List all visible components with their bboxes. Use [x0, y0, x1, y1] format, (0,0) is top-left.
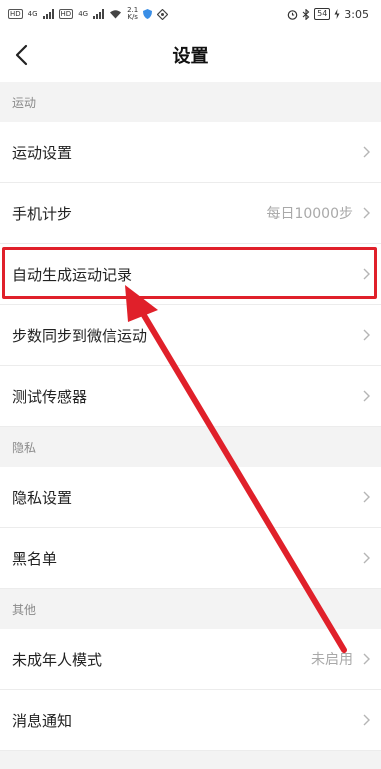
- battery-icon: 54: [314, 8, 331, 20]
- navigation-bar: 设置: [0, 28, 381, 82]
- network-speed: 2.1 K/s: [127, 7, 138, 21]
- row-label: 黑名单: [12, 549, 58, 568]
- settings-row-notifications[interactable]: 消息通知: [0, 690, 381, 751]
- settings-list: 运动 运动设置 手机计步 每日10000步 自动生成运动记录 步数同步到微信运动…: [0, 82, 381, 751]
- alarm-icon: [287, 9, 298, 20]
- wifi-icon: [110, 10, 122, 19]
- chevron-right-icon: [363, 552, 370, 564]
- settings-row-minor-mode[interactable]: 未成年人模式 未启用: [0, 629, 381, 690]
- row-label: 测试传感器: [12, 387, 88, 406]
- settings-row-test-sensor[interactable]: 测试传感器: [0, 366, 381, 427]
- settings-row-sync-wechat[interactable]: 步数同步到微信运动: [0, 305, 381, 366]
- section-header-other: 其他: [0, 589, 381, 629]
- network-type-2: 4G: [78, 9, 89, 18]
- settings-row-sport-settings[interactable]: 运动设置: [0, 122, 381, 183]
- status-bar: HD 4G HD 4G 2.1 K/s 54 3:05: [0, 0, 381, 28]
- hd-chip: HD: [8, 9, 23, 19]
- row-label: 消息通知: [12, 711, 73, 730]
- row-label: 手机计步: [12, 204, 73, 223]
- network-type: 4G: [27, 9, 38, 18]
- chevron-right-icon: [363, 146, 370, 158]
- section-header-privacy: 隐私: [0, 427, 381, 467]
- app-icon: [157, 8, 169, 20]
- bluetooth-icon: [302, 8, 310, 20]
- chevron-right-icon: [363, 268, 370, 280]
- settings-row-auto-record[interactable]: 自动生成运动记录: [0, 244, 381, 305]
- row-value: 每日10000步: [266, 206, 353, 222]
- row-label: 未成年人模式: [12, 650, 103, 669]
- chevron-right-icon: [363, 714, 370, 726]
- chevron-right-icon: [363, 491, 370, 503]
- speed-unit: K/s: [127, 13, 138, 21]
- status-left: HD 4G HD 4G 2.1 K/s: [8, 7, 169, 21]
- chevron-right-icon: [363, 329, 370, 341]
- chevron-right-icon: [363, 390, 370, 402]
- row-value: 未启用: [311, 652, 353, 668]
- back-arrow-icon[interactable]: [12, 42, 34, 68]
- chevron-right-icon: [363, 207, 370, 219]
- status-right: 54 3:05: [287, 8, 369, 21]
- hd-chip-2: HD: [58, 9, 74, 19]
- row-label: 步数同步到微信运动: [12, 326, 148, 345]
- row-label: 运动设置: [12, 143, 73, 162]
- shield-icon: [143, 9, 153, 19]
- clock: 3:05: [344, 7, 369, 21]
- charging-icon: [334, 9, 340, 19]
- signal-icon-2: [93, 9, 105, 19]
- settings-row-phone-steps[interactable]: 手机计步 每日10000步: [0, 183, 381, 244]
- row-label: 自动生成运动记录: [12, 265, 133, 284]
- page-title: 设置: [172, 46, 209, 67]
- settings-row-privacy-settings[interactable]: 隐私设置: [0, 467, 381, 528]
- signal-icon: [42, 9, 54, 19]
- settings-row-blacklist[interactable]: 黑名单: [0, 528, 381, 589]
- row-label: 隐私设置: [12, 488, 73, 507]
- section-header-exercise: 运动: [0, 82, 381, 122]
- chevron-right-icon: [363, 653, 370, 665]
